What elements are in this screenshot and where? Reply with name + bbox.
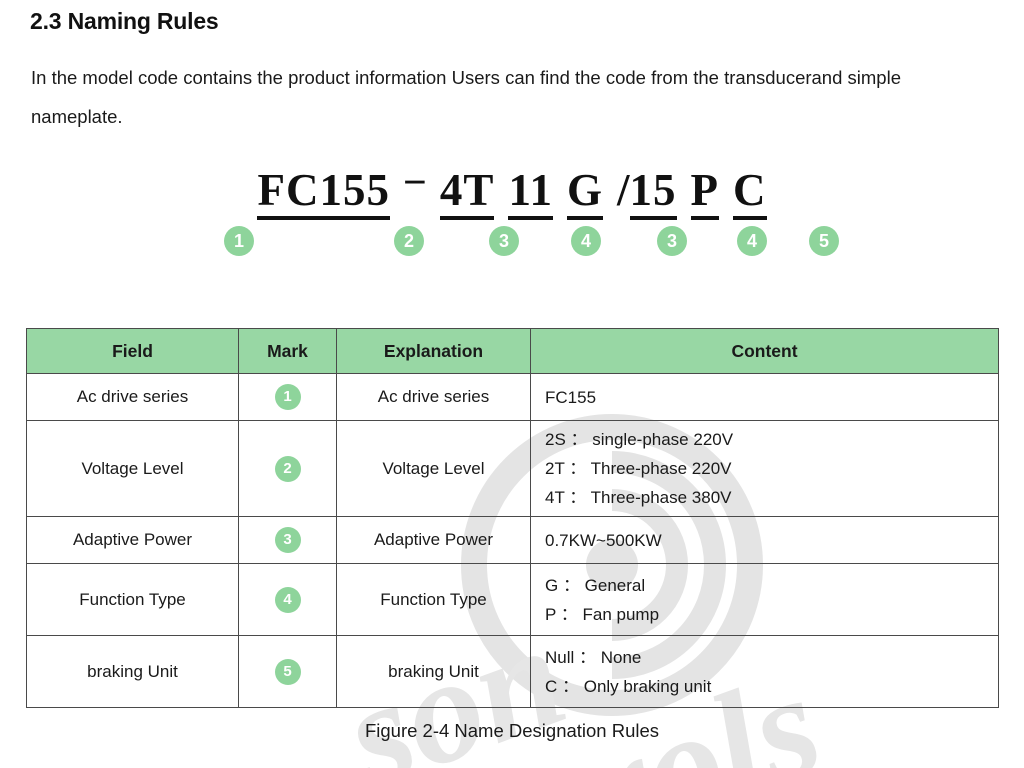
cell-mark: 5 bbox=[238, 635, 337, 708]
cell-field: Voltage Level bbox=[26, 420, 239, 517]
cell-mark: 3 bbox=[238, 516, 337, 564]
code-segment-braking: C bbox=[733, 167, 767, 220]
content-line: FC155 bbox=[545, 387, 597, 407]
table-row: braking Unit 5 braking Unit Null ： None … bbox=[26, 635, 999, 708]
model-code-row: FC155 − 4T 11 G / 15 P C bbox=[0, 160, 1024, 220]
cell-field: braking Unit bbox=[26, 635, 239, 708]
content-line: Null ： None bbox=[545, 647, 642, 667]
content-line: 2T ： Three-phase 220V bbox=[545, 459, 732, 478]
table-row: Function Type 4 Function Type G ： Genera… bbox=[26, 563, 999, 636]
content-line: 0.7KW~500KW bbox=[545, 530, 662, 550]
cell-explanation: Voltage Level bbox=[336, 420, 531, 517]
cell-field: Ac drive series bbox=[26, 373, 239, 421]
mark-badge: 3 bbox=[274, 527, 301, 553]
code-segment-power-p-text: 15 bbox=[629, 167, 677, 220]
content-line: 2S ： single-phase 220V bbox=[545, 430, 734, 449]
cell-explanation: Ac drive series bbox=[336, 373, 531, 421]
code-segment-power-p: / 15 bbox=[617, 167, 677, 220]
cell-field: Adaptive Power bbox=[26, 516, 239, 564]
code-segment-series: FC155 bbox=[257, 167, 390, 220]
code-segment-power-g-text: 11 bbox=[508, 167, 553, 220]
column-header-field: Field bbox=[26, 328, 239, 374]
content-line: P ： Fan pump bbox=[545, 604, 660, 624]
code-badge-1: 1 bbox=[224, 226, 254, 256]
code-badge-2: 2 bbox=[394, 226, 424, 256]
content-line: G ： General bbox=[545, 575, 646, 595]
page-title: 2.3 Naming Rules bbox=[30, 8, 219, 34]
code-badge-6: 4 bbox=[737, 226, 767, 256]
column-header-explanation: Explanation bbox=[336, 328, 531, 374]
mark-badge: 4 bbox=[274, 586, 301, 613]
cell-explanation: Adaptive Power bbox=[336, 516, 531, 564]
code-segment-type-p: P bbox=[690, 167, 719, 220]
model-code-diagram: FC155 − 4T 11 G / 15 P C 1 2 3 4 3 4 5 bbox=[0, 160, 1024, 275]
mark-badge: 2 bbox=[274, 455, 301, 482]
table-row: Adaptive Power 3 Adaptive Power 0.7KW~50… bbox=[26, 516, 999, 564]
mark-badge: 5 bbox=[274, 658, 301, 685]
mark-badge: 1 bbox=[274, 384, 301, 410]
column-header-content: Content bbox=[530, 328, 999, 374]
cell-mark: 1 bbox=[238, 373, 337, 421]
content-line: C ： Only braking unit bbox=[545, 676, 712, 696]
code-segment-braking-text: C bbox=[733, 167, 767, 220]
code-segment-voltage-text: 4T bbox=[439, 167, 495, 220]
column-header-mark: Mark bbox=[238, 328, 337, 374]
code-segment-voltage: 4T bbox=[439, 167, 495, 220]
cell-mark: 4 bbox=[238, 563, 337, 636]
naming-rules-table: Field Mark Explanation Content Ac drive … bbox=[26, 328, 999, 708]
cell-content: G ： General P ： Fan pump bbox=[530, 563, 999, 636]
intro-paragraph: In the model code contains the product i… bbox=[31, 67, 901, 127]
code-segment-power-g: 11 bbox=[508, 167, 553, 220]
code-segment-type-p-text: P bbox=[690, 167, 719, 220]
cell-explanation: braking Unit bbox=[336, 635, 531, 708]
table-row: Voltage Level 2 Voltage Level 2S ： singl… bbox=[26, 420, 999, 517]
code-segment-type-g-text: G bbox=[566, 167, 603, 220]
cell-content: 0.7KW~500KW bbox=[530, 516, 999, 564]
cell-field: Function Type bbox=[26, 563, 239, 636]
cell-content: FC155 bbox=[530, 373, 999, 421]
code-slash-icon: / bbox=[616, 165, 630, 215]
content-line: 4T ： Three-phase 380V bbox=[545, 488, 732, 507]
table-row: Ac drive series 1 Ac drive series FC155 bbox=[26, 373, 999, 421]
code-segment-type-g: G bbox=[566, 167, 603, 220]
code-badge-4: 4 bbox=[571, 226, 601, 256]
cell-content: 2S ： single-phase 220V 2T ： Three-phase … bbox=[530, 420, 999, 517]
cell-mark: 2 bbox=[238, 420, 337, 517]
figure-caption: Figure 2-4 Name Designation Rules bbox=[364, 720, 660, 741]
code-badge-3: 3 bbox=[489, 226, 519, 256]
table-header-row: Field Mark Explanation Content bbox=[26, 328, 999, 374]
code-segment-series-text: FC155 bbox=[257, 167, 390, 220]
document-page: 2.3 Naming Rules In the model code conta… bbox=[0, 0, 1024, 768]
cell-content: Null ： None C ： Only braking unit bbox=[530, 635, 999, 708]
code-badge-7: 5 bbox=[809, 226, 839, 256]
cell-explanation: Function Type bbox=[336, 563, 531, 636]
code-separator-dash: − bbox=[402, 160, 427, 206]
code-segment-power-p-group: / 15 bbox=[617, 167, 677, 220]
code-badge-5: 3 bbox=[657, 226, 687, 256]
